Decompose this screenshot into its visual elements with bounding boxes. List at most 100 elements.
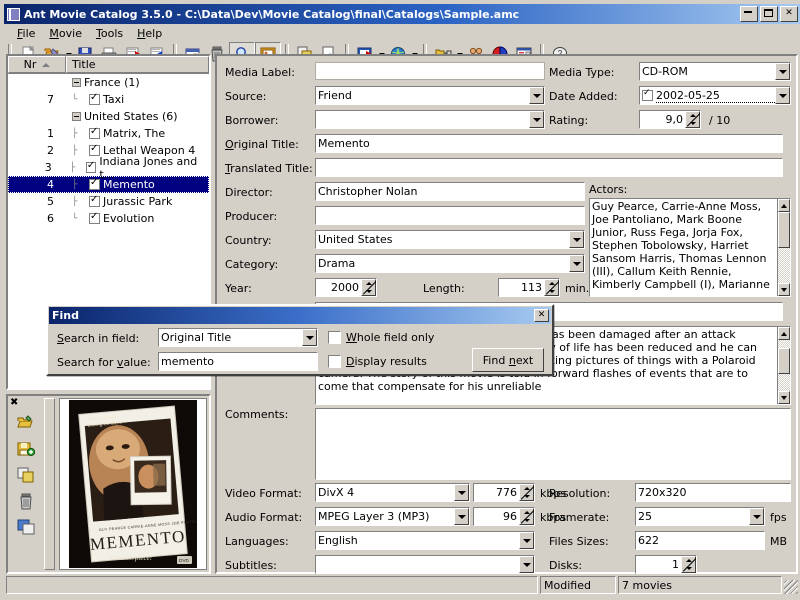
framerate-dropdown-icon[interactable] bbox=[749, 508, 764, 525]
list-item[interactable]: 6 └ Evolution bbox=[8, 210, 209, 227]
whole-field-only-box[interactable] bbox=[328, 331, 341, 344]
list-item-checkbox[interactable] bbox=[89, 213, 100, 224]
media-type-dropdown-icon[interactable] bbox=[775, 63, 790, 80]
media-type-combo[interactable]: CD-ROM bbox=[639, 62, 791, 81]
description-scroll-thumb[interactable] bbox=[778, 348, 790, 374]
maximize-button[interactable] bbox=[760, 6, 778, 22]
load-picture-icon[interactable] bbox=[15, 412, 37, 434]
description-scroll-up-icon[interactable] bbox=[778, 327, 790, 340]
rating-spinner[interactable]: 9,0 bbox=[639, 110, 701, 129]
year-spinner[interactable]: 2000 bbox=[315, 278, 377, 297]
date-added-dropdown-icon[interactable] bbox=[775, 87, 790, 104]
audio-bitrate-spin-buttons[interactable] bbox=[519, 508, 534, 525]
actors-scroll-track[interactable] bbox=[778, 212, 790, 283]
close-button[interactable]: ✕ bbox=[780, 6, 798, 22]
list-item[interactable]: 3 ├ Indiana Jones and t... bbox=[8, 159, 209, 176]
video-format-combo[interactable]: DivX 4 bbox=[315, 483, 470, 502]
list-item[interactable]: 5 ├ Jurassic Park bbox=[8, 193, 209, 210]
menu-tools[interactable]: Tools bbox=[89, 26, 130, 41]
media-label-field[interactable] bbox=[315, 62, 545, 80]
close-picture-panel-icon[interactable]: ✖ bbox=[10, 398, 18, 408]
country-combo[interactable]: United States bbox=[315, 230, 585, 249]
source-dropdown-icon[interactable] bbox=[529, 87, 544, 104]
translated-title-field[interactable] bbox=[315, 158, 783, 177]
search-for-value-input[interactable]: memento bbox=[158, 352, 318, 371]
languages-combo[interactable]: English bbox=[315, 531, 535, 550]
producer-field[interactable] bbox=[315, 206, 585, 225]
delete-picture-icon[interactable] bbox=[15, 490, 37, 512]
column-header-title[interactable]: Title bbox=[66, 56, 209, 73]
director-field[interactable]: Christopher Nolan bbox=[315, 182, 585, 201]
menu-help[interactable]: Help bbox=[130, 26, 169, 41]
subtitles-combo[interactable] bbox=[315, 555, 535, 574]
collapse-group-icon[interactable] bbox=[72, 78, 81, 87]
column-header-nr[interactable]: Nr bbox=[8, 56, 66, 73]
list-item-label: United States (6) bbox=[84, 110, 178, 123]
description-scroll-down-icon[interactable] bbox=[778, 391, 790, 404]
date-added-checkbox[interactable] bbox=[642, 90, 653, 101]
list-item[interactable]: 7 └ Taxi bbox=[8, 91, 209, 108]
description-scroll-track[interactable] bbox=[778, 340, 790, 391]
length-spin-buttons[interactable] bbox=[544, 279, 559, 296]
country-dropdown-icon[interactable] bbox=[569, 231, 584, 248]
list-item-checkbox[interactable] bbox=[89, 145, 100, 156]
list-item[interactable]: France (1) bbox=[8, 74, 209, 91]
list-item-checkbox[interactable] bbox=[89, 128, 100, 139]
file-sizes-field[interactable]: 622 bbox=[635, 531, 765, 550]
video-format-dropdown-icon[interactable] bbox=[454, 484, 469, 501]
picture-scrollbar[interactable] bbox=[44, 398, 55, 570]
minimize-button[interactable] bbox=[740, 6, 758, 22]
actors-scrollbar[interactable] bbox=[777, 199, 790, 296]
actors-memo[interactable]: Guy Pearce, Carrie-Anne Moss, Joe Pantol… bbox=[589, 198, 791, 297]
copy-picture-icon[interactable] bbox=[15, 464, 37, 486]
resize-grip-icon[interactable] bbox=[784, 580, 798, 594]
list-item-checkbox[interactable] bbox=[89, 94, 100, 105]
find-dialog-close-button[interactable]: ✕ bbox=[534, 309, 549, 322]
disks-spinner[interactable]: 1 bbox=[635, 555, 697, 574]
whole-field-only-checkbox[interactable]: Whole field only bbox=[328, 331, 434, 344]
list-item-checkbox[interactable] bbox=[89, 196, 100, 207]
original-title-label: Original Title: bbox=[225, 138, 299, 151]
display-results-checkbox[interactable]: Display results bbox=[328, 355, 427, 368]
find-next-button[interactable]: Find next bbox=[472, 348, 544, 372]
original-title-field[interactable]: Memento bbox=[315, 134, 783, 153]
audio-format-dropdown-icon[interactable] bbox=[454, 508, 469, 525]
menu-movie[interactable]: Movie bbox=[42, 26, 89, 41]
year-spin-buttons[interactable] bbox=[361, 279, 376, 296]
movie-poster[interactable]: "A new classic among thrillers" GUY PEAR… bbox=[59, 398, 207, 570]
resolution-field[interactable]: 720x320 bbox=[635, 483, 791, 502]
list-item[interactable]: 1 ├ Matrix, The bbox=[8, 125, 209, 142]
actors-scroll-down-icon[interactable] bbox=[778, 283, 790, 296]
video-bitrate-spinner[interactable]: 776 bbox=[473, 483, 535, 502]
collapse-group-icon[interactable] bbox=[72, 112, 81, 121]
subtitles-dropdown-icon[interactable] bbox=[519, 556, 534, 573]
audio-bitrate-spinner[interactable]: 96 bbox=[473, 507, 535, 526]
actors-scroll-thumb[interactable] bbox=[778, 212, 790, 248]
rating-spin-buttons[interactable] bbox=[685, 111, 700, 128]
date-added-field[interactable]: 2002-05-25 bbox=[639, 86, 791, 105]
category-combo[interactable]: Drama bbox=[315, 254, 585, 273]
save-picture-icon[interactable] bbox=[15, 438, 37, 460]
description-scrollbar[interactable] bbox=[777, 327, 790, 404]
search-in-field-combo[interactable]: Original Title bbox=[158, 328, 318, 347]
actors-scroll-up-icon[interactable] bbox=[778, 199, 790, 212]
framerate-combo[interactable]: 25 bbox=[635, 507, 765, 526]
menu-file[interactable]: File bbox=[10, 26, 42, 41]
list-item[interactable]: United States (6) bbox=[8, 108, 209, 125]
producer-label: Producer: bbox=[225, 210, 277, 223]
length-spinner[interactable]: 113 bbox=[498, 278, 560, 297]
languages-dropdown-icon[interactable] bbox=[519, 532, 534, 549]
source-combo[interactable]: Friend bbox=[315, 86, 545, 105]
search-in-field-dropdown-icon[interactable] bbox=[302, 329, 317, 346]
list-item-checkbox[interactable] bbox=[86, 162, 97, 173]
comments-memo[interactable] bbox=[315, 408, 791, 480]
category-dropdown-icon[interactable] bbox=[569, 255, 584, 272]
list-item-checkbox[interactable] bbox=[89, 179, 100, 190]
video-bitrate-spin-buttons[interactable] bbox=[519, 484, 534, 501]
paste-picture-icon[interactable] bbox=[15, 516, 37, 538]
audio-format-combo[interactable]: MPEG Layer 3 (MP3) bbox=[315, 507, 470, 526]
borrower-combo[interactable] bbox=[315, 110, 545, 129]
display-results-box[interactable] bbox=[328, 355, 341, 368]
disks-spin-buttons[interactable] bbox=[681, 556, 696, 573]
borrower-dropdown-icon[interactable] bbox=[529, 111, 544, 128]
